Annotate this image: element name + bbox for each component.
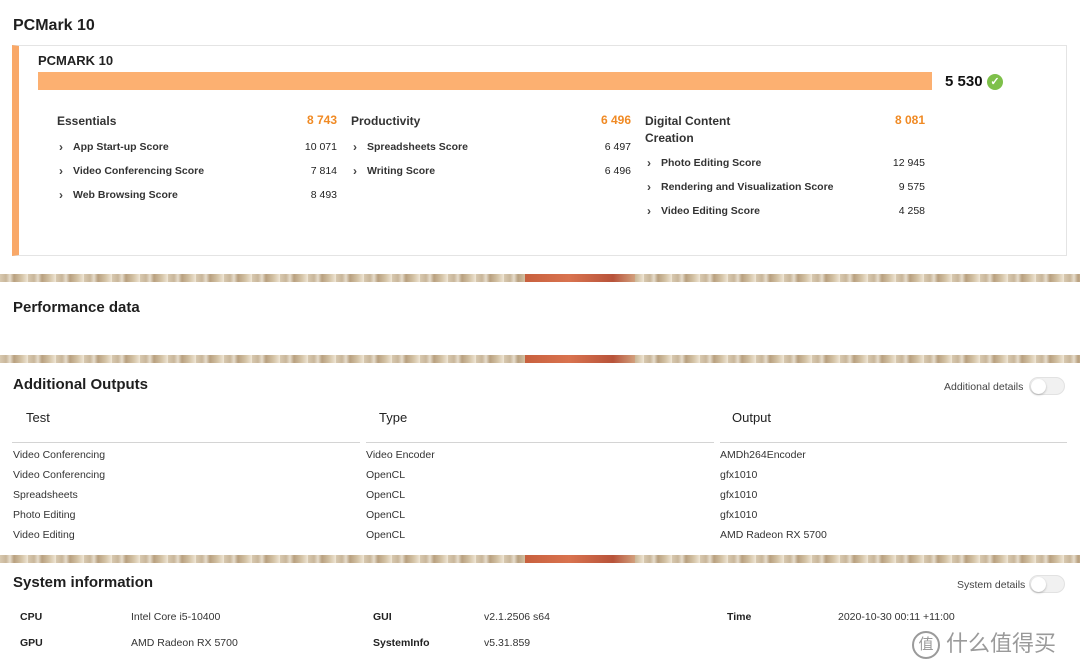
total-score: 5 530 — [945, 73, 983, 90]
additional-details-label: Additional details — [944, 381, 1024, 393]
sub-score-value: 4 258 — [898, 205, 925, 217]
group-digital-content-creation: Digital Content Creation 8 081 › Photo E… — [645, 113, 925, 228]
cell-output: gfx1010 — [720, 489, 758, 501]
card-title: PCMARK 10 — [38, 53, 114, 68]
time-value: 2020-10-30 00:11 +11:00 — [838, 611, 955, 623]
sub-score-video-editing[interactable]: › Video Editing Score 4 258 — [645, 204, 925, 228]
chevron-right-icon[interactable]: › — [59, 188, 63, 202]
header-divider — [720, 442, 1067, 443]
sub-score-value: 12 945 — [892, 157, 925, 169]
chevron-right-icon[interactable]: › — [59, 140, 63, 154]
cell-output: gfx1010 — [720, 469, 758, 481]
cell-type: OpenCL — [366, 529, 406, 541]
system-details-toggle[interactable] — [1029, 575, 1065, 593]
performance-title: Performance data — [13, 299, 140, 316]
cell-test: Spreadsheets — [13, 489, 78, 501]
decorative-band-2 — [0, 355, 1080, 363]
cell-test: Video Conferencing — [13, 469, 106, 481]
cell-test: Video Editing — [13, 529, 75, 541]
sub-score-label: App Start-up Score — [73, 141, 169, 153]
chevron-right-icon[interactable]: › — [353, 140, 357, 154]
pcmark-score-card: PCMARK 10 5 530 ✓ Essentials 8 743 › App… — [12, 45, 1067, 256]
column-header-test: Test — [26, 410, 50, 425]
sub-score-label: Web Browsing Score — [73, 189, 178, 201]
sub-score-value: 8 493 — [310, 189, 337, 201]
cpu-label: CPU — [20, 611, 43, 623]
systeminfo-value: v5.31.859 — [484, 637, 531, 649]
sub-score-value: 9 575 — [898, 181, 925, 193]
time-label: Time — [727, 611, 752, 623]
header-divider — [366, 442, 714, 443]
cell-type: OpenCL — [366, 489, 406, 501]
sub-score-label: Writing Score — [367, 165, 436, 177]
sub-score-rendering[interactable]: › Rendering and Visualization Score 9 57… — [645, 180, 925, 204]
cell-output: AMDh264Encoder — [720, 449, 806, 461]
system-information-title: System information — [13, 574, 154, 591]
chevron-right-icon[interactable]: › — [353, 164, 357, 178]
group-name: Digital Content Creation — [645, 114, 731, 145]
sub-score-value: 7 814 — [310, 165, 337, 177]
chevron-right-icon[interactable]: › — [647, 156, 651, 170]
sub-score-spreadsheets[interactable]: › Spreadsheets Score 6 497 — [351, 140, 631, 164]
sub-score-label: Spreadsheets Score — [367, 141, 468, 153]
gpu-value: AMD Radeon RX 5700 — [131, 637, 238, 649]
decorative-band-1 — [0, 274, 1080, 282]
cell-test: Photo Editing — [13, 509, 76, 521]
sub-score-value: 6 496 — [604, 165, 631, 177]
group-name: Productivity — [351, 114, 421, 128]
group-score: 8 081 — [894, 113, 925, 127]
watermark: 值什么值得买 — [912, 626, 1057, 660]
sub-score-writing[interactable]: › Writing Score 6 496 — [351, 164, 631, 188]
header-divider — [12, 442, 360, 443]
sub-score-label: Video Editing Score — [661, 205, 760, 217]
sub-score-video-conferencing[interactable]: › Video Conferencing Score 7 814 — [57, 164, 337, 188]
additional-outputs-title: Additional Outputs — [13, 376, 148, 393]
score-bar — [38, 72, 932, 90]
sub-score-label: Rendering and Visualization Score — [661, 181, 834, 193]
sub-score-web-browsing[interactable]: › Web Browsing Score 8 493 — [57, 188, 337, 212]
sub-score-photo-editing[interactable]: › Photo Editing Score 12 945 — [645, 156, 925, 180]
sub-score-value: 10 071 — [304, 141, 337, 153]
cell-output: AMD Radeon RX 5700 — [720, 529, 827, 541]
chevron-right-icon[interactable]: › — [647, 180, 651, 194]
cpu-value: Intel Core i5-10400 — [131, 611, 221, 623]
sub-score-label: Video Conferencing Score — [73, 165, 205, 177]
watermark-text: 什么值得买 — [946, 631, 1057, 656]
gui-label: GUI — [373, 611, 392, 623]
group-productivity: Productivity 6 496 › Spreadsheets Score … — [351, 113, 631, 188]
group-essentials: Essentials 8 743 › App Start-up Score 10… — [57, 113, 337, 212]
group-name: Essentials — [57, 114, 117, 128]
column-header-type: Type — [379, 410, 408, 425]
sub-score-label: Photo Editing Score — [661, 157, 762, 169]
additional-details-toggle[interactable] — [1029, 377, 1065, 395]
group-score: 6 496 — [600, 113, 631, 127]
sub-score-app-startup[interactable]: › App Start-up Score 10 071 — [57, 140, 337, 164]
check-icon: ✓ — [987, 74, 1003, 90]
chevron-right-icon[interactable]: › — [59, 164, 63, 178]
column-header-output: Output — [732, 410, 772, 425]
cell-output: gfx1010 — [720, 509, 758, 521]
cell-type: OpenCL — [366, 509, 406, 521]
system-details-label: System details — [957, 579, 1026, 591]
systeminfo-label: SystemInfo — [373, 637, 430, 649]
cell-type: Video Encoder — [366, 449, 435, 461]
chevron-right-icon[interactable]: › — [647, 204, 651, 218]
sub-score-value: 6 497 — [604, 141, 631, 153]
watermark-logo-icon: 值 — [912, 631, 940, 660]
cell-test: Video Conferencing — [13, 449, 106, 461]
cell-type: OpenCL — [366, 469, 406, 481]
group-score: 8 743 — [306, 113, 337, 127]
gpu-label: GPU — [20, 637, 43, 649]
gui-value: v2.1.2506 s64 — [484, 611, 550, 623]
decorative-band-3 — [0, 555, 1080, 563]
page-title: PCMark 10 — [13, 17, 95, 34]
